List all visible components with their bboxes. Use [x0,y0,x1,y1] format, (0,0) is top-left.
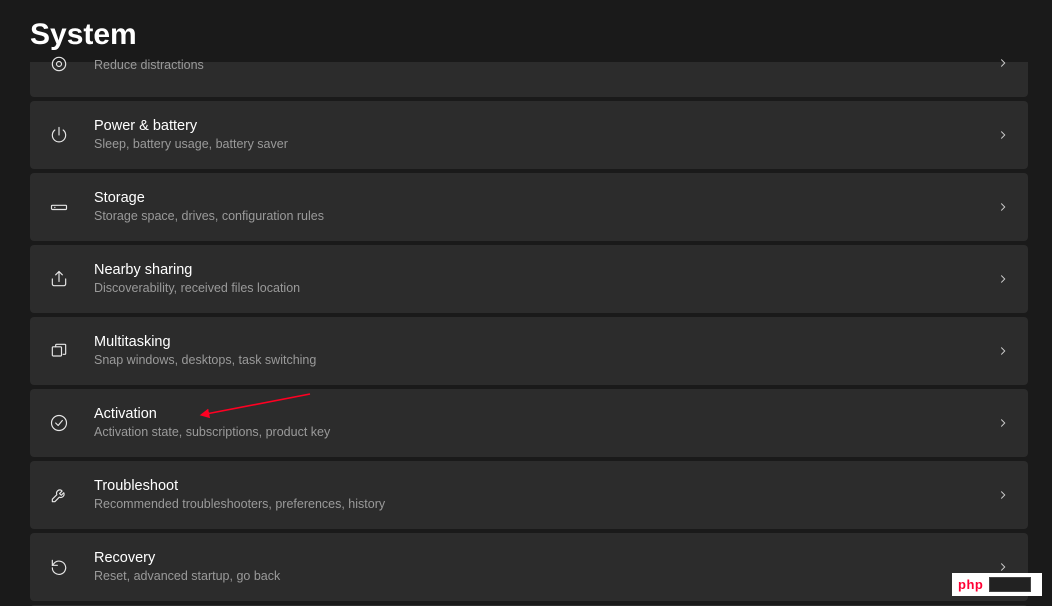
row-title: Activation [94,405,996,423]
row-desc: Activation state, subscriptions, product… [94,425,996,441]
system-settings-list: Reduce distractions Power & battery Slee… [30,62,1028,606]
list-item-focus-assist[interactable]: Reduce distractions [30,62,1028,97]
chevron-right-icon [996,272,1010,286]
chevron-right-icon [996,128,1010,142]
row-text: Reduce distractions [94,58,996,74]
row-text: Multitasking Snap windows, desktops, tas… [94,333,996,369]
row-text: Activation Activation state, subscriptio… [94,405,996,441]
check-circle-icon [42,413,76,433]
wrench-icon [42,485,76,505]
chevron-right-icon [996,560,1010,574]
chevron-right-icon [996,200,1010,214]
row-desc: Storage space, drives, configuration rul… [94,209,996,225]
recovery-icon [42,557,76,577]
row-text: Power & battery Sleep, battery usage, ba… [94,117,996,153]
list-item-troubleshoot[interactable]: Troubleshoot Recommended troubleshooters… [30,461,1028,529]
row-title: Recovery [94,549,996,567]
row-text: Troubleshoot Recommended troubleshooters… [94,477,996,513]
row-text: Storage Storage space, drives, configura… [94,189,996,225]
page-title: System [30,18,137,52]
row-desc: Reduce distractions [94,58,996,74]
row-title: Multitasking [94,333,996,351]
focus-assist-icon [42,54,76,74]
row-desc: Snap windows, desktops, task switching [94,353,996,369]
power-icon [42,125,76,145]
chevron-right-icon [996,344,1010,358]
row-desc: Sleep, battery usage, battery saver [94,137,996,153]
multitasking-icon [42,341,76,361]
row-title: Troubleshoot [94,477,996,495]
list-item-nearby-sharing[interactable]: Nearby sharing Discoverability, received… [30,245,1028,313]
storage-icon [42,197,76,217]
row-text: Nearby sharing Discoverability, received… [94,261,996,297]
row-text: Recovery Reset, advanced startup, go bac… [94,549,996,585]
watermark: php [952,573,1042,596]
row-title: Power & battery [94,117,996,135]
list-item-activation[interactable]: Activation Activation state, subscriptio… [30,389,1028,457]
row-desc: Reset, advanced startup, go back [94,569,996,585]
list-item-power-battery[interactable]: Power & battery Sleep, battery usage, ba… [30,101,1028,169]
share-icon [42,269,76,289]
row-title: Nearby sharing [94,261,996,279]
chevron-right-icon [996,488,1010,502]
list-item-storage[interactable]: Storage Storage space, drives, configura… [30,173,1028,241]
list-item-multitasking[interactable]: Multitasking Snap windows, desktops, tas… [30,317,1028,385]
watermark-box [989,577,1031,592]
chevron-right-icon [996,416,1010,430]
chevron-right-icon [996,56,1010,70]
row-desc: Discoverability, received files location [94,281,996,297]
list-item-recovery[interactable]: Recovery Reset, advanced startup, go bac… [30,533,1028,601]
row-title: Storage [94,189,996,207]
row-desc: Recommended troubleshooters, preferences… [94,497,996,513]
watermark-text: php [958,577,983,592]
